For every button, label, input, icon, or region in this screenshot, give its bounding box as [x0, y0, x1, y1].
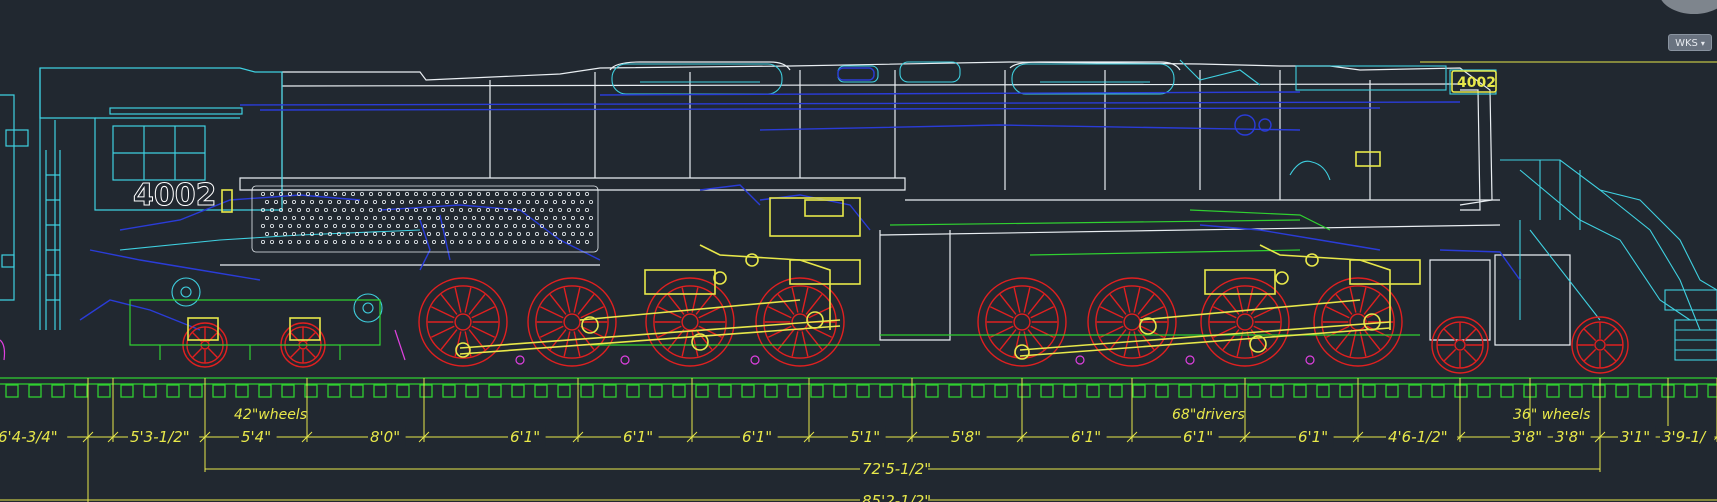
dimension-text: 8'0"	[370, 428, 400, 446]
dimension-text: 3'8"	[1555, 428, 1585, 446]
workspace-label: WKS	[1675, 38, 1698, 49]
label-lead-wheels: 42"wheels	[234, 407, 307, 423]
wheel	[1087, 277, 1177, 367]
dimension-text: 5'8"	[951, 428, 981, 446]
label-trailing-wheels: 36" wheels	[1513, 407, 1590, 423]
chevron-down-icon: ▾	[1700, 39, 1705, 48]
dimension-text: 5'1"	[850, 428, 880, 446]
dimension-texts: 6'4-3/4" 5'3-1/2" 5'4" 8'0" 6'1" 6'1" 6'1" 5'1"…	[0, 426, 1715, 446]
dimension-text: 3'1"	[1620, 428, 1650, 446]
dimension-text: 6'1"	[742, 428, 772, 446]
dimension-text: 6'4-3/4"	[0, 428, 58, 446]
dimension-text: 6'1"	[623, 428, 653, 446]
dimension-text: 6'1"	[1071, 428, 1101, 446]
driving-wheels	[182, 277, 1629, 374]
dimension-text: 5'3-1/2"	[130, 428, 190, 446]
cab-number: 4002	[133, 178, 217, 213]
dimension-text: 5'4"	[241, 428, 271, 446]
dimension-text: 4'6-1/2"	[1388, 428, 1448, 446]
dim-total: 85'2-1/2"	[862, 492, 931, 502]
number-plate: 4002	[1457, 75, 1496, 91]
wheel	[645, 277, 735, 367]
overall-dimension-texts: 72'5-1/2" 85'2-1/2"	[860, 459, 931, 502]
wheel	[1200, 277, 1290, 367]
dimension-text: 3'8"	[1512, 428, 1542, 446]
label-drivers: 68"drivers	[1172, 407, 1245, 423]
locomotive-drawing[interactable]: 4002 4002 72'5-1/2" 85'2-1/2" 42"wheels …	[0, 0, 1717, 502]
dimension-text: 3'9-1/	[1662, 428, 1707, 446]
workspace-button[interactable]: WKS ▾	[1668, 34, 1712, 51]
wheel	[1431, 316, 1489, 374]
wheel	[418, 277, 508, 367]
dimension-text: 6'1"	[1298, 428, 1328, 446]
dim-wheelbase: 72'5-1/2"	[862, 460, 931, 478]
cad-drawing-canvas[interactable]: 4002 4002 72'5-1/2" 85'2-1/2" 42"wheels …	[0, 0, 1717, 502]
track	[0, 377, 1717, 398]
wheel	[1571, 316, 1629, 374]
dimension-text: 6'1"	[1183, 428, 1213, 446]
wheel	[527, 277, 617, 367]
dimension-text: 6'1"	[510, 428, 540, 446]
